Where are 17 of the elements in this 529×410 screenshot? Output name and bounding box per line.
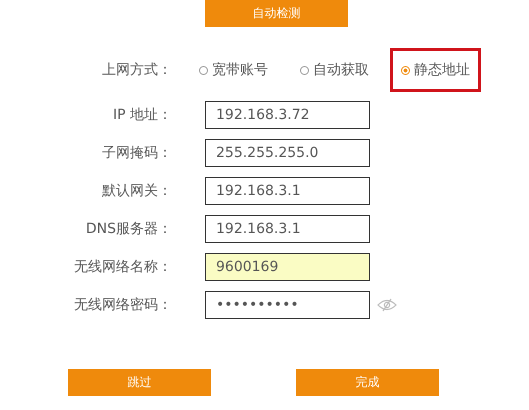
input-field[interactable]: 192.168.3.1 — [205, 177, 370, 205]
field-label: 上网方式： — [101, 61, 173, 79]
field-label: DNS服务器： — [84, 220, 173, 238]
field-label: 子网掩码： — [101, 144, 173, 162]
radio-option[interactable]: 静态地址 — [390, 48, 481, 92]
input-field[interactable]: 9600169 — [205, 253, 370, 281]
eye-off-icon[interactable] — [377, 298, 397, 312]
field-label: IP 地址： — [112, 106, 173, 124]
field-label: 默认网关： — [101, 182, 173, 200]
input-field[interactable]: 192.168.3.72 — [205, 101, 370, 129]
password-field[interactable]: •••••••••• — [205, 291, 370, 319]
radio-option[interactable]: 宽带账号 — [188, 48, 279, 92]
input-field[interactable]: 255.255.255.0 — [205, 139, 370, 167]
field-label: 无线网络密码： — [73, 296, 173, 314]
field-label: 无线网络名称： — [73, 258, 173, 276]
radio-option[interactable]: 自动获取 — [289, 48, 380, 92]
input-field[interactable]: 192.168.3.1 — [205, 215, 370, 243]
